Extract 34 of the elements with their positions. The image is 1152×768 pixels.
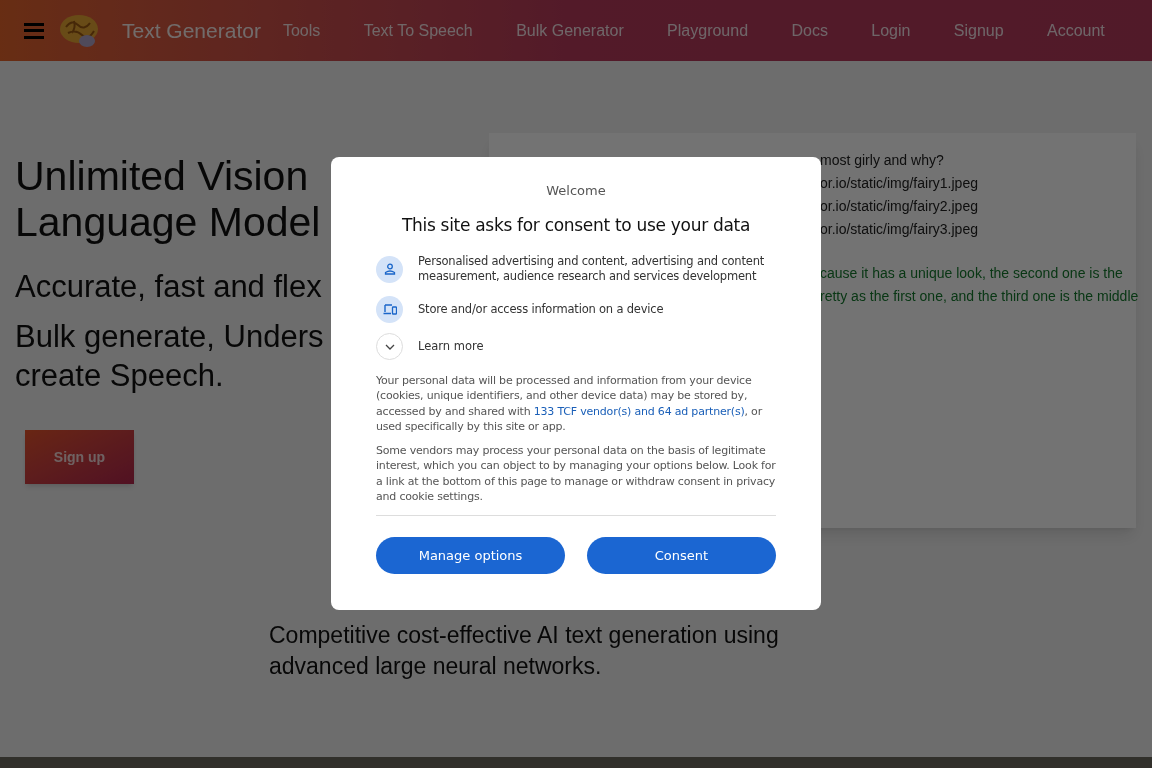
purpose-text: Personalised advertising and content, advertising and content measurement, audience research and services development: [418, 254, 766, 284]
nav-link[interactable]: Playground: [667, 18, 749, 43]
response-text-line: cause it has a unique look, the second one is the: [820, 264, 1124, 282]
hero-subtitle: Accurate, fast and flex: [15, 268, 322, 306]
nav-link[interactable]: Tools: [282, 18, 321, 43]
legitimate-interest-paragraph: Some vendors may process your personal data on the basis of legitimate interest, which you can object to by managing your options below. Look for a link at the bottom of this page to manage or withdraw consent in privacy and cookie settings.: [376, 443, 776, 505]
brand-title[interactable]: Text Generator: [122, 14, 261, 47]
prompt-text-line: or.io/static/img/fairy3.jpeg: [820, 220, 979, 238]
dialog-button[interactable]: Consent: [587, 537, 776, 575]
prompt-text-line: or.io/static/img/fairy1.jpeg: [820, 174, 979, 192]
nav-link[interactable]: Signup: [953, 18, 1004, 43]
nav-link[interactable]: Login: [871, 18, 911, 43]
learn-more-link[interactable]: Learn more: [418, 337, 484, 356]
prompt-text-line: most girly and why?: [820, 151, 945, 169]
nav-link[interactable]: Bulk Generator: [516, 18, 624, 43]
purpose-text: Store and/or access information on a device: [418, 302, 664, 317]
devices-icon: [382, 304, 397, 315]
person-icon: [383, 263, 396, 275]
response-text-line: retty as the first one, and the third one is the middle: [820, 287, 1136, 305]
data-processing-paragraph: Your personal data will be processed and information from your device (cookies, unique identifiers, and other device data) may be stored by, accessed by and shared with 133 TCF vendor(s) and 64 ad partner(s), or used specifically by this site or app.: [376, 373, 764, 435]
vendors-link[interactable]: 133 TCF vendor(s) and 64 ad partner(s): [533, 404, 745, 418]
dialog-welcome: Welcome: [545, 182, 607, 200]
dialog-heading: This site asks for consent to use your data: [400, 213, 752, 237]
dialog-button[interactable]: Manage options: [376, 537, 565, 575]
hero-title: Unlimited Vision Language Model: [15, 153, 321, 245]
tagline: Competitive cost-effective AI text generation using advanced large neural networks.: [269, 621, 780, 681]
sign-up-button[interactable]: Sign up: [25, 430, 134, 484]
chevron-icon: [384, 343, 395, 350]
menu-icon[interactable]: [24, 22, 44, 39]
nav-link[interactable]: Account: [1047, 18, 1105, 43]
hero-description: Bulk generate, Unders create Speech.: [15, 318, 324, 395]
prompt-text-line: or.io/static/img/fairy2.jpeg: [820, 197, 979, 215]
nav-link[interactable]: Docs: [791, 18, 828, 43]
nav-link[interactable]: Text To Speech: [363, 18, 473, 43]
